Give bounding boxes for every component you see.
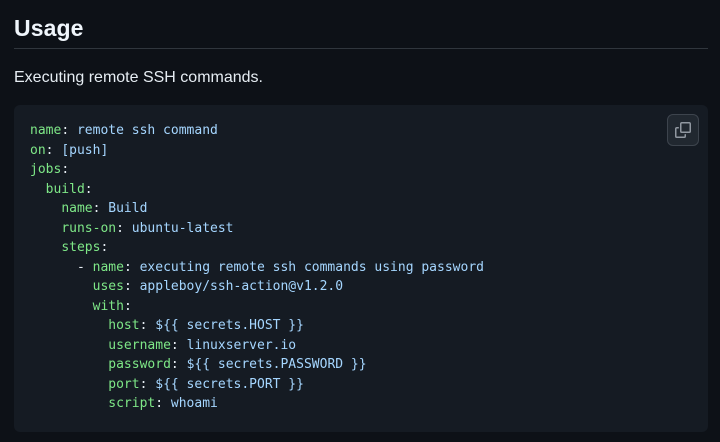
- yaml-key: jobs: [30, 162, 62, 177]
- code-line: build:: [30, 180, 484, 200]
- yaml-key: name: [30, 123, 62, 138]
- code-line: jobs:: [30, 160, 484, 180]
- yaml-key: name: [61, 201, 93, 216]
- yaml-colon: :: [116, 220, 124, 236]
- code-line: with:: [30, 297, 484, 317]
- yaml-colon: :: [100, 240, 109, 255]
- copy-icon: [675, 122, 691, 138]
- code-line: runs-on: ubuntu-latest: [30, 219, 484, 239]
- yaml-colon: :: [61, 123, 70, 138]
- yaml-key: host: [108, 318, 140, 333]
- section-heading: Usage: [14, 15, 84, 41]
- yaml-value: remote ssh command: [76, 123, 218, 138]
- code-line: steps:: [30, 238, 484, 258]
- yaml-code[interactable]: name: remote ssh command on: [push] jobs: …: [30, 121, 484, 414]
- yaml-key: uses: [92, 279, 124, 294]
- code-line: name: remote ssh command: [30, 121, 484, 141]
- yaml-value: ${{ secrets.PORT }}: [155, 376, 304, 392]
- yaml-separator: [132, 260, 140, 275]
- code-block: name: remote ssh command on: [push] jobs: …: [14, 105, 708, 432]
- yaml-key: steps: [61, 240, 101, 255]
- yaml-value: ubuntu-latest: [131, 220, 234, 236]
- yaml-key: with: [92, 298, 124, 314]
- section-description: Executing remote SSH commands.: [14, 69, 263, 86]
- yaml-key: script: [108, 396, 156, 411]
- yaml-separator: [179, 338, 187, 353]
- code-line: script: whoami: [30, 394, 484, 414]
- yaml-colon: :: [155, 396, 164, 411]
- yaml-separator: [179, 357, 187, 372]
- yaml-value: Build: [108, 201, 148, 216]
- yaml-separator: [124, 221, 132, 236]
- code-line: username: linuxserver.io: [30, 336, 484, 356]
- code-line: password: ${{ secrets.PASSWORD }}: [30, 355, 484, 375]
- yaml-colon: :: [170, 357, 179, 372]
- yaml-key: password: [108, 357, 171, 372]
- yaml-separator: [69, 123, 77, 138]
- yaml-value: executing remote ssh commands using pass…: [139, 259, 484, 275]
- yaml-value: [push]: [61, 142, 109, 158]
- code-line: on: [push]: [30, 141, 484, 161]
- yaml-key: username: [108, 337, 171, 353]
- yaml-key: port: [108, 376, 140, 392]
- copy-button[interactable]: [667, 114, 699, 146]
- yaml-colon: :: [170, 337, 179, 353]
- code-line: uses: appleboy/ssh-action@v1.2.0: [30, 277, 484, 297]
- yaml-key: runs-on: [61, 220, 117, 236]
- heading-divider: [14, 48, 708, 49]
- yaml-colon: :: [123, 259, 132, 275]
- yaml-key: name: [92, 259, 124, 275]
- yaml-separator: [132, 279, 140, 294]
- yaml-value: ${{ secrets.PASSWORD }}: [186, 357, 367, 372]
- yaml-value: linuxserver.io: [186, 337, 297, 353]
- code-line: port: ${{ secrets.PORT }}: [30, 375, 484, 395]
- yaml-colon: :: [84, 181, 93, 197]
- code-line: - name: executing remote ssh commands us…: [30, 258, 484, 278]
- yaml-colon: :: [123, 298, 132, 314]
- yaml-colon: :: [123, 279, 132, 294]
- yaml-key: build: [45, 181, 85, 197]
- yaml-value: appleboy/ssh-action@v1.2.0: [139, 279, 344, 294]
- yaml-value: whoami: [170, 396, 218, 411]
- yaml-separator: [163, 396, 171, 411]
- yaml-key: on: [30, 142, 46, 158]
- yaml-colon: :: [61, 162, 70, 177]
- yaml-value: ${{ secrets.HOST }}: [155, 318, 304, 333]
- code-line: name: Build: [30, 199, 484, 219]
- list-dash: -: [76, 259, 93, 275]
- code-line: host: ${{ secrets.HOST }}: [30, 316, 484, 336]
